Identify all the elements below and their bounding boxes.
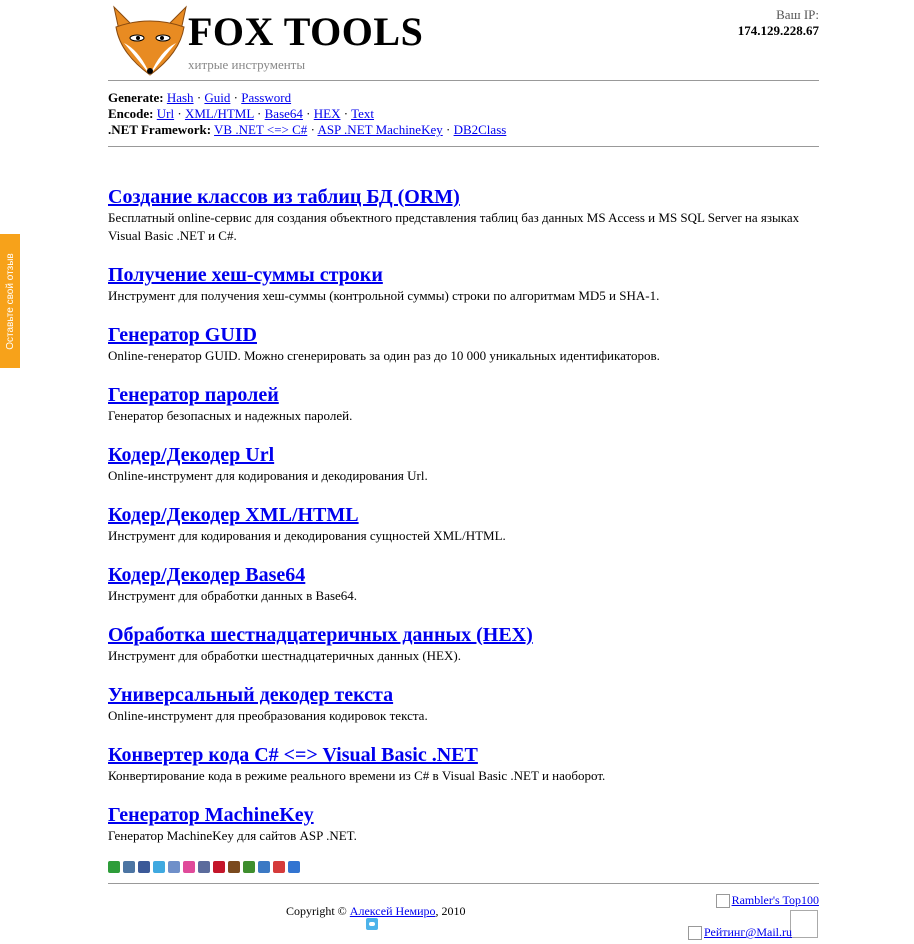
twitter-icon[interactable]	[153, 861, 165, 873]
tool-item-code-converter: Конвертер кода C# <=> Visual Basic .NET …	[108, 743, 819, 785]
tool-link-text-decoder[interactable]: Универсальный декодер текста	[108, 683, 819, 707]
rambler-top100-text: Rambler's Top100	[731, 893, 819, 907]
tool-desc-hash: Инструмент для получения хеш-суммы (конт…	[108, 288, 660, 303]
tool-link-url[interactable]: Кодер/Декодер Url	[108, 443, 819, 467]
mailru-rating-link[interactable]: Рейтинг@Mail.ru	[688, 925, 792, 940]
nav-link-vb-csharp[interactable]: VB .NET <=> C#	[214, 122, 307, 137]
tool-desc-base64: Инструмент для обработки данных в Base64…	[108, 588, 358, 603]
broken-image-icon	[790, 910, 818, 938]
facebook-icon[interactable]	[138, 861, 150, 873]
nav-link-hex[interactable]: HEX	[314, 106, 341, 121]
flower-icon[interactable]	[183, 861, 195, 873]
fox-logo-icon	[113, 5, 187, 76]
tool-link-machinekey[interactable]: Генератор MachineKey	[108, 803, 819, 827]
nav-row-encode: Encode: Url · XML/HTML · Base64 · HEX · …	[108, 106, 375, 121]
pencil-icon[interactable]	[198, 861, 210, 873]
bobrdobr-icon[interactable]	[213, 861, 225, 873]
copyright-prefix: Copyright ©	[286, 904, 350, 918]
share-bar	[108, 861, 819, 875]
tool-item-password: Генератор паролей Генератор безопасных и…	[108, 383, 819, 425]
tool-link-guid[interactable]: Генератор GUID	[108, 323, 819, 347]
tool-desc-url: Online-инструмент для кодирования и деко…	[108, 468, 428, 483]
nav-link-url[interactable]: Url	[157, 106, 174, 121]
tool-item-orm: Создание классов из таблиц БД (ORM) Бесп…	[108, 185, 819, 245]
tool-link-hash[interactable]: Получение хеш-суммы строки	[108, 263, 819, 287]
tool-item-base64: Кодер/Декодер Base64 Инструмент для обра…	[108, 563, 819, 605]
site-footer: Copyright © Алексей Немиро, 2010 Rambler…	[108, 884, 819, 944]
tool-desc-password: Генератор безопасных и надежных паролей.	[108, 408, 353, 423]
tool-desc-orm: Бесплатный online-сервис для создания об…	[108, 210, 800, 243]
nav-link-hash[interactable]: Hash	[167, 90, 194, 105]
nav-link-text[interactable]: Text	[351, 106, 374, 121]
tools-list: Создание классов из таблиц БД (ORM) Бесп…	[108, 185, 819, 845]
nav-link-password[interactable]: Password	[241, 90, 291, 105]
feedback-tab[interactable]: Оставьте свой отзыв	[0, 234, 20, 368]
author-link[interactable]: Алексей Немиро	[350, 904, 436, 918]
moikrug-icon[interactable]	[168, 861, 180, 873]
tool-item-guid: Генератор GUID Online-генератор GUID. Мо…	[108, 323, 819, 365]
tool-item-machinekey: Генератор MachineKey Генератор MachineKe…	[108, 803, 819, 845]
grid-icon[interactable]	[273, 861, 285, 873]
copyright-year: , 2010	[435, 904, 466, 918]
memori-icon[interactable]	[228, 861, 240, 873]
tool-desc-text-decoder: Online-инструмент для преобразования код…	[108, 708, 428, 723]
page-wrapper: FOX TOOLS хитрые инструменты Ваш IP: 174…	[108, 0, 819, 944]
nav-row-generate: Generate: Hash · Guid · Password	[108, 90, 292, 105]
bookmark-icon[interactable]	[258, 861, 270, 873]
rambler-top100-link[interactable]: Rambler's Top100	[715, 893, 819, 908]
tool-item-hash: Получение хеш-суммы строки Инструмент дл…	[108, 263, 819, 305]
nav-link-machinekey[interactable]: ASP .NET MachineKey	[317, 122, 442, 137]
nav-label-dotnet: .NET Framework:	[108, 122, 212, 137]
tool-link-hex[interactable]: Обработка шестнадцатеричных данных (HEX)	[108, 623, 819, 647]
broken-image-icon	[715, 893, 730, 908]
copyright: Copyright © Алексей Немиро, 2010	[286, 904, 466, 919]
tool-link-base64[interactable]: Кодер/Декодер Base64	[108, 563, 819, 587]
tool-item-xml-html: Кодер/Декодер XML/HTML Инструмент для ко…	[108, 503, 819, 545]
nav-link-base64[interactable]: Base64	[265, 106, 303, 121]
nav-label-generate: Generate:	[108, 90, 164, 105]
tool-link-code-converter[interactable]: Конвертер кода C# <=> Visual Basic .NET	[108, 743, 819, 767]
google-icon[interactable]	[243, 861, 255, 873]
tool-desc-xml-html: Инструмент для кодирования и декодирован…	[108, 528, 506, 543]
tool-item-url: Кодер/Декодер Url Online-инструмент для …	[108, 443, 819, 485]
broken-image-icon	[688, 925, 702, 940]
tool-link-xml-html[interactable]: Кодер/Декодер XML/HTML	[108, 503, 819, 527]
ip-info: Ваш IP: 174.129.228.67	[738, 7, 819, 39]
mailru-rating-text: Рейтинг@Mail.ru	[704, 925, 792, 939]
tool-desc-hex: Инструмент для обработки шестнадцатеричн…	[108, 648, 461, 663]
nav-link-guid[interactable]: Guid	[204, 90, 230, 105]
ip-label: Ваш IP:	[776, 7, 819, 22]
tool-item-text-decoder: Универсальный декодер текста Online-инст…	[108, 683, 819, 725]
feedback-tab-label: Оставьте свой отзыв	[4, 252, 16, 350]
site-tagline: хитрые инструменты	[188, 57, 306, 72]
tool-desc-machinekey: Генератор MachineKey для сайтов ASP .NET…	[108, 828, 357, 843]
nav-row-dotnet: .NET Framework: VB .NET <=> C# · ASP .NE…	[108, 122, 507, 137]
nav-link-db2class[interactable]: DB2Class	[454, 122, 507, 137]
twitter-icon[interactable]	[366, 918, 378, 930]
tool-desc-guid: Online-генератор GUID. Можно сгенерирова…	[108, 348, 660, 363]
main-nav: Generate: Hash · Guid · Password Encode:…	[108, 81, 819, 146]
vkontakte-icon[interactable]	[123, 861, 135, 873]
nav-link-xml-html[interactable]: XML/HTML	[185, 106, 254, 121]
tool-link-password[interactable]: Генератор паролей	[108, 383, 819, 407]
delicious-icon[interactable]	[288, 861, 300, 873]
plus-share-icon[interactable]	[108, 861, 120, 873]
tool-item-hex: Обработка шестнадцатеричных данных (HEX)…	[108, 623, 819, 665]
tool-link-orm[interactable]: Создание классов из таблиц БД (ORM)	[108, 185, 819, 209]
tool-desc-code-converter: Конвертирование кода в режиме реального …	[108, 768, 606, 783]
site-title: FOX TOOLS	[188, 9, 424, 54]
nav-divider	[108, 146, 819, 147]
nav-label-encode: Encode:	[108, 106, 154, 121]
ip-value: 174.129.228.67	[737, 23, 819, 38]
site-header: FOX TOOLS хитрые инструменты Ваш IP: 174…	[108, 0, 819, 80]
